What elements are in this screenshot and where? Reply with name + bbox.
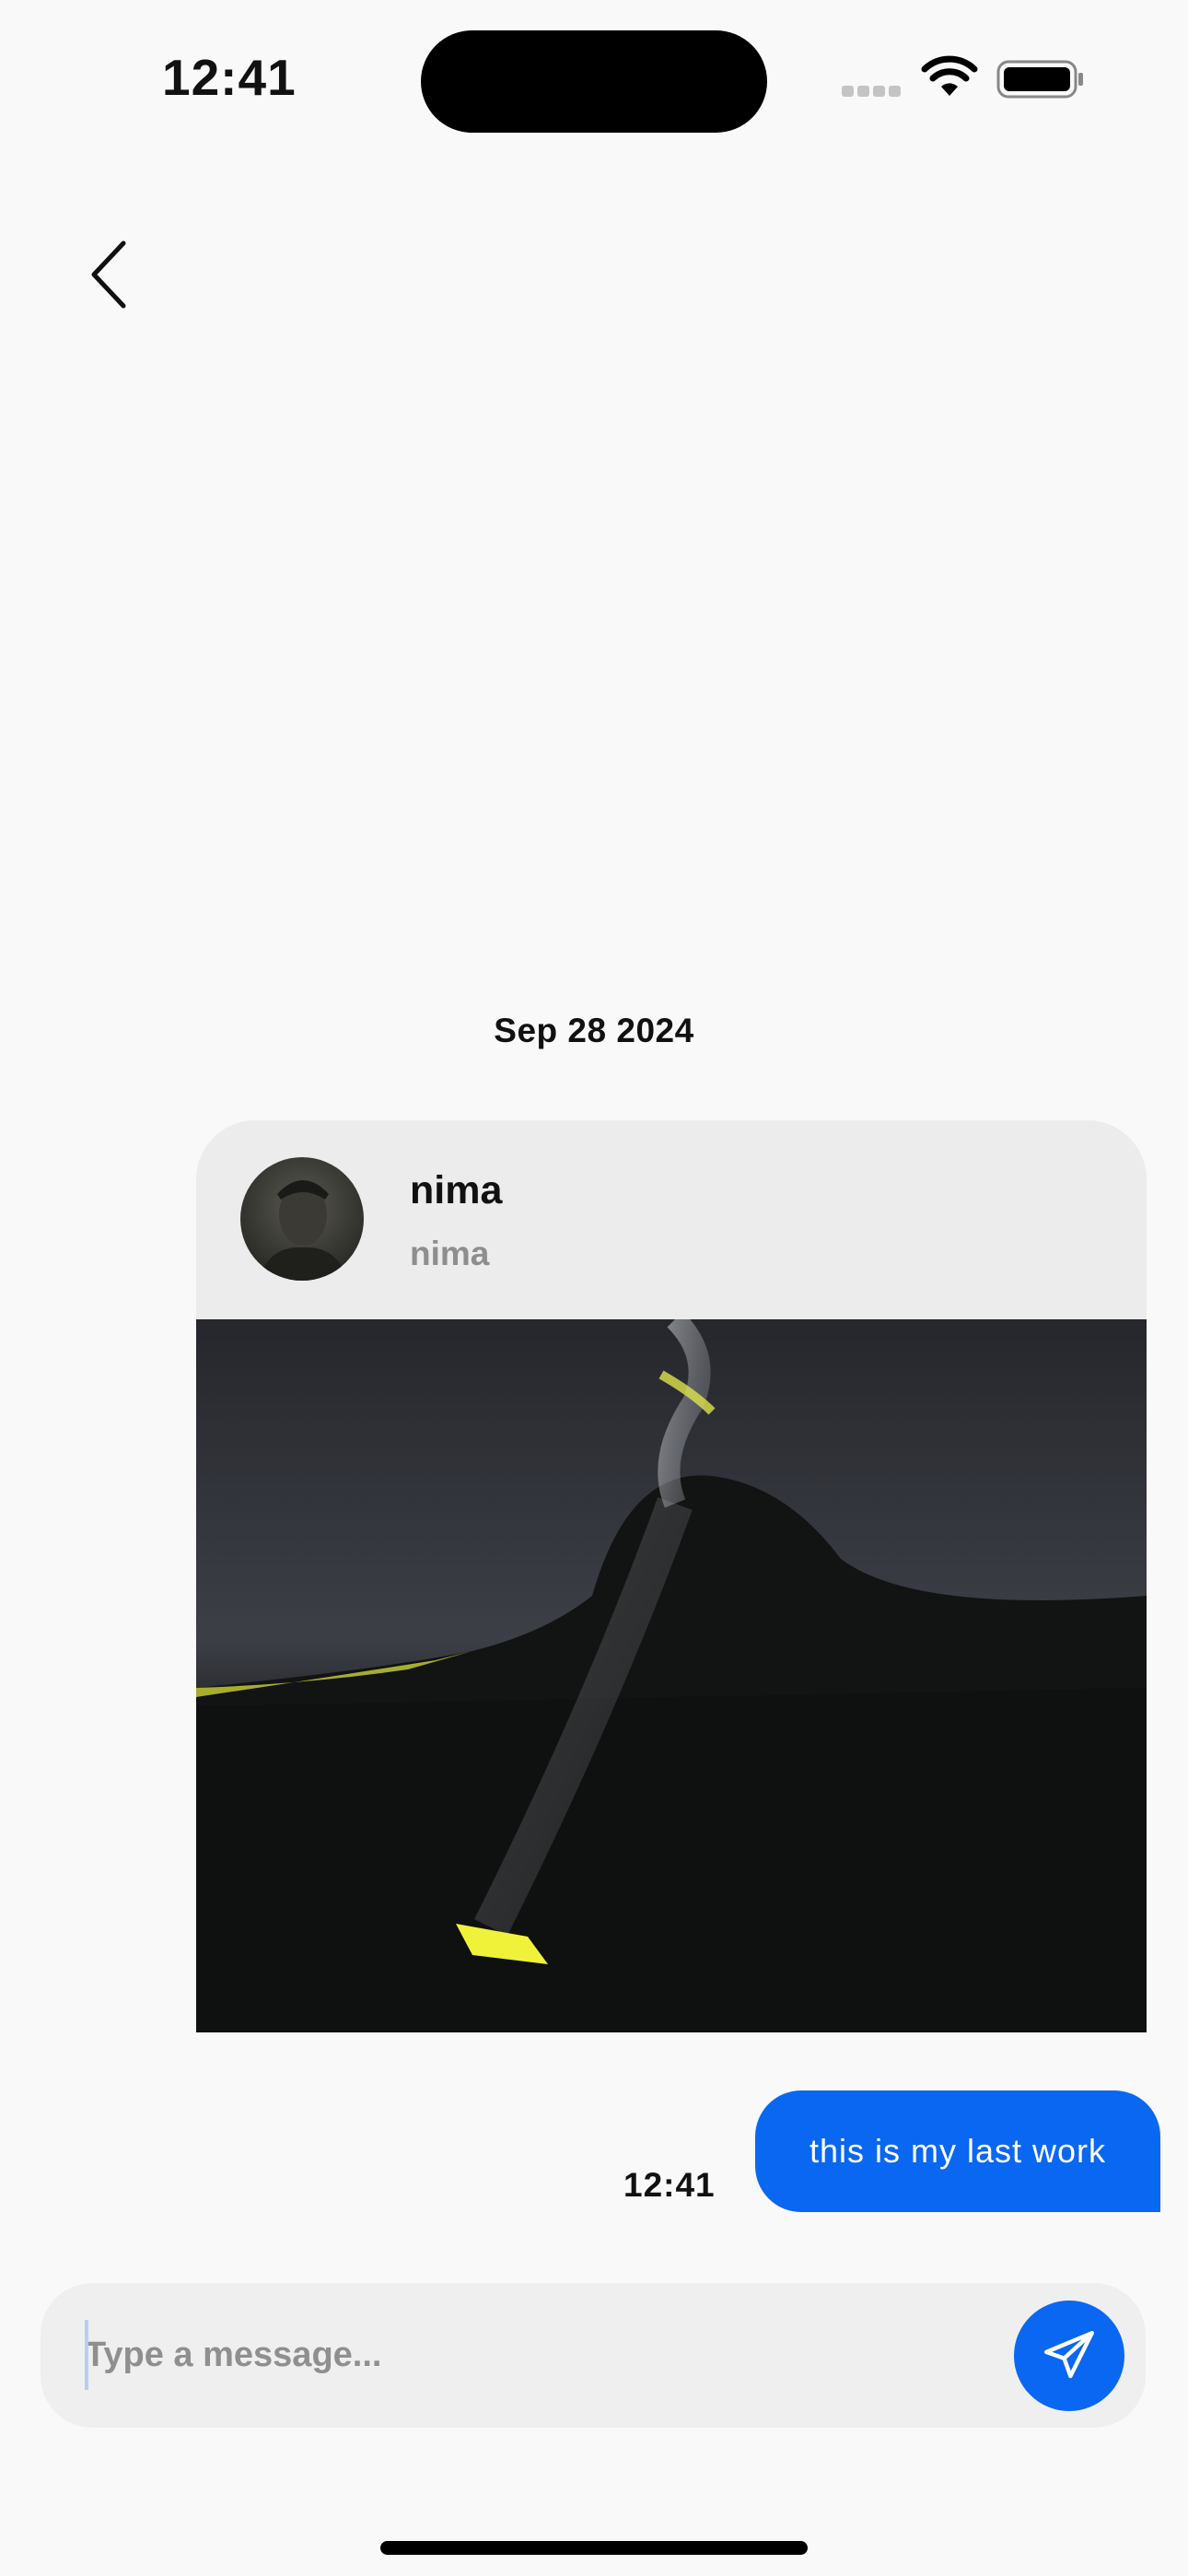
- paper-plane-icon: [1044, 2331, 1094, 2379]
- shared-post-card[interactable]: nima nima: [196, 1120, 1147, 2032]
- back-button[interactable]: [87, 238, 133, 311]
- wifi-icon: [921, 55, 978, 96]
- profile-photo: [240, 1157, 364, 1281]
- shared-post-username: nima: [410, 1235, 490, 1272]
- shared-post-name: nima: [410, 1168, 503, 1212]
- date-separator: Sep 28 2024: [494, 1012, 694, 1049]
- status-time: 12:41: [162, 49, 297, 106]
- message-text: this is my last work: [809, 2132, 1107, 2170]
- avatar[interactable]: [240, 1157, 364, 1281]
- message-composer: [41, 2283, 1146, 2428]
- text-caret: [85, 2320, 88, 2390]
- cellular-signal-icon: [842, 85, 906, 98]
- post-image[interactable]: [196, 1319, 1147, 2032]
- dynamic-island: [421, 30, 767, 133]
- battery-icon: [996, 60, 1083, 99]
- message-timestamp: 12:41: [623, 2166, 716, 2204]
- outgoing-message-bubble[interactable]: this is my last work: [755, 2090, 1160, 2212]
- send-button[interactable]: [1014, 2301, 1124, 2411]
- home-indicator[interactable]: [380, 2541, 808, 2555]
- message-input[interactable]: [85, 2316, 987, 2394]
